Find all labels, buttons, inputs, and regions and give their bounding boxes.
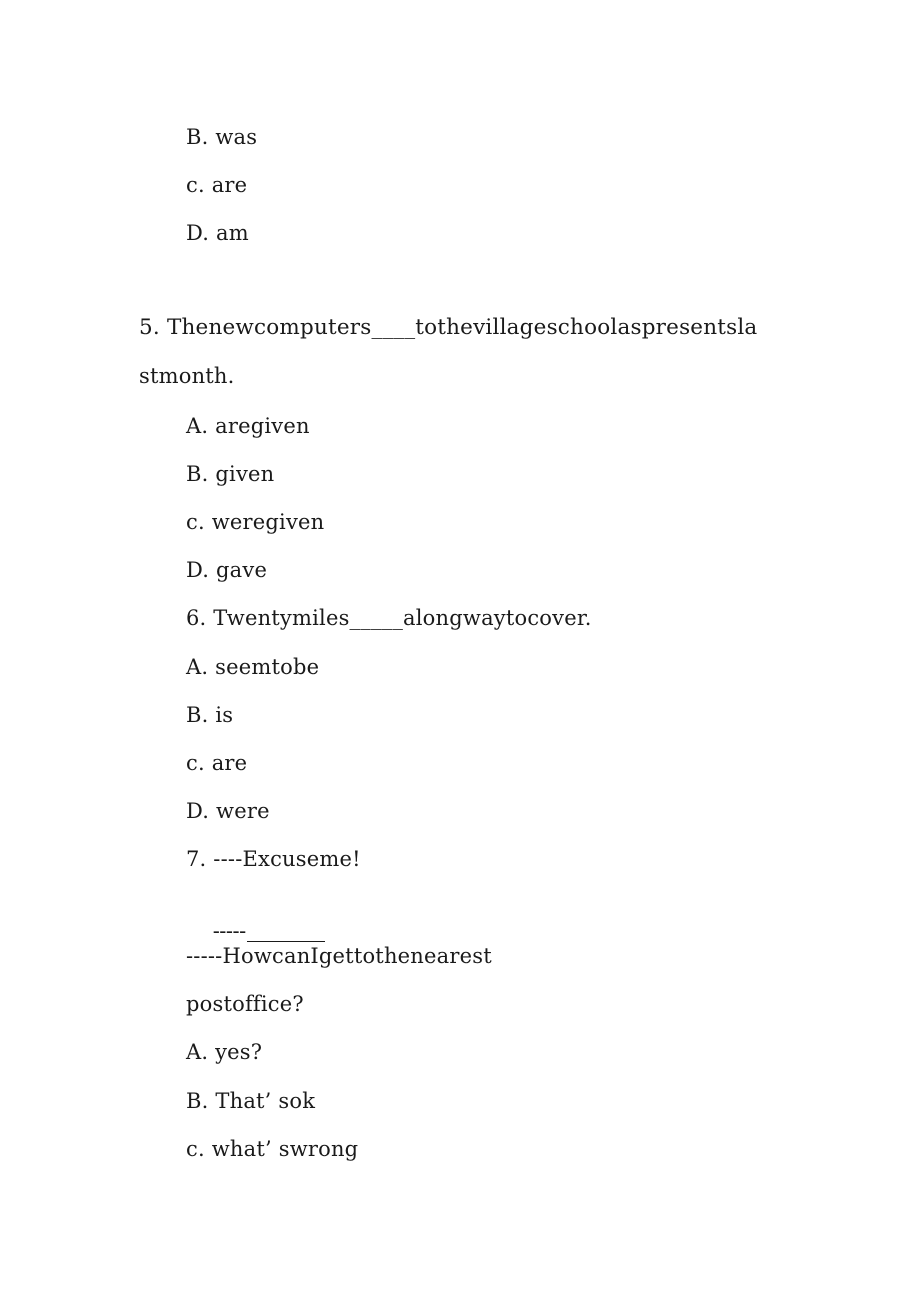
option-item: c. what’ swrong — [186, 1137, 359, 1161]
answer-blank — [246, 927, 325, 942]
question-stem: 5. Thenewcomputers____tothevillageschool… — [139, 315, 758, 340]
option-item: c. are — [186, 173, 248, 197]
option-item: c. are — [186, 751, 248, 775]
option-item: B. That’ sok — [186, 1089, 316, 1113]
option-item: D. am — [186, 221, 249, 245]
option-item: A. aregiven — [186, 414, 310, 438]
question-stem: 6. Twentymiles_____alongwaytocover. — [186, 606, 592, 630]
document-page: B. was c. are D. am 5. Thenewcomputers__… — [0, 0, 920, 1302]
question-stem: 7. ----Excuseme! — [186, 847, 361, 871]
option-item: A. seemtobe — [186, 655, 320, 679]
option-item: c. weregiven — [186, 510, 325, 534]
question-stem-continuation: -----HowcanIgettothenearest — [186, 944, 492, 968]
option-item: D. gave — [186, 558, 268, 582]
question-stem-continuation: postoffice? — [186, 992, 304, 1016]
option-item: B. given — [186, 462, 275, 486]
option-item: B. is — [186, 703, 234, 727]
question-stem-continuation: stmonth. — [139, 364, 235, 388]
dash-prefix: ----- — [212, 919, 246, 943]
option-item: B. was — [186, 125, 258, 149]
option-item: D. were — [186, 799, 270, 823]
option-item: A. yes? — [186, 1040, 263, 1064]
